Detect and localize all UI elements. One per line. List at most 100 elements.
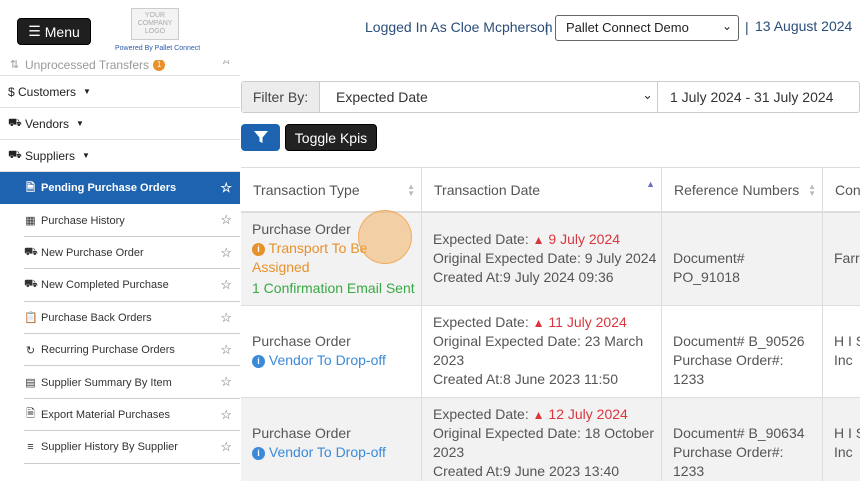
filter-field-value: Expected Date — [336, 89, 428, 105]
star-icon[interactable]: ☆ — [220, 374, 232, 390]
status-label: Transport To Be — [268, 240, 368, 256]
sidebar-item-label: Purchase History — [41, 214, 125, 227]
arrows-icon: ⇅ — [9, 60, 20, 71]
star-icon[interactable]: ☆ — [220, 60, 232, 68]
truck-icon: ⛟ — [8, 116, 22, 129]
original-expected-date: Original Expected Date: 23 March — [433, 333, 644, 349]
separator: | — [545, 19, 549, 35]
star-icon[interactable]: ☆ — [220, 212, 232, 228]
funnel-icon — [253, 131, 268, 143]
toggle-kpis-button[interactable]: Toggle Kpis — [285, 124, 377, 151]
document-number: Document# B_90634 — [673, 425, 805, 441]
sidebar-item-pending-purchase-orders[interactable]: 🗎 Pending Purchase Orders ☆ — [0, 172, 240, 205]
sidebar-item-purchase-back-orders[interactable]: 📋 Purchase Back Orders ☆ — [0, 302, 240, 335]
sidebar-item-label: Recurring Purchase Orders — [41, 344, 175, 357]
sidebar-item-customers[interactable]: $ Customers ▼ — [0, 76, 240, 108]
company-logo: YOUR COMPANY LOGO — [131, 8, 179, 40]
truck-loading-icon: ⛟ — [24, 245, 38, 258]
status-label: Vendor To Drop-off — [268, 444, 386, 460]
star-icon[interactable]: ☆ — [220, 407, 232, 423]
expected-date-label: Expected Date: — [433, 231, 529, 247]
sort-icon: ▲ ▼ — [808, 182, 816, 198]
info-icon: i — [252, 447, 265, 460]
contact-name-continued: Inc — [834, 444, 853, 460]
column-header-transaction-type[interactable]: Transaction Type ▲ ▼ — [241, 168, 422, 213]
transaction-type-cell: Purchase Order i Vendor To Drop-off — [241, 398, 422, 481]
filter-label: Filter By: — [242, 82, 320, 112]
star-icon[interactable]: ☆ — [220, 180, 232, 196]
table-row[interactable]: Purchase Order i Transport To Be Assigne… — [241, 213, 860, 306]
sidebar-item-suppliers[interactable]: ⛟ Suppliers ▼ — [0, 140, 240, 172]
sidebar-item-unprocessed-transfers[interactable]: ⇅ Unprocessed Transfers 1 ☆ — [0, 60, 240, 76]
original-expected-date-continued: 2023 — [433, 444, 465, 460]
reference-numbers-cell: Document# PO_91018 — [662, 213, 823, 305]
contact-cell: H I S Inc — [823, 398, 860, 481]
transaction-date-cell: Expected Date: ▲ 12 July 2024 Original E… — [422, 398, 662, 481]
sidebar-item-supplier-summary-by-item[interactable]: ▤ Supplier Summary By Item ☆ — [0, 366, 240, 400]
sidebar-item-recurring-purchase-orders[interactable]: ↻ Recurring Purchase Orders ☆ — [0, 334, 240, 367]
transaction-type: Purchase Order — [252, 425, 351, 441]
filter-field-select[interactable]: Expected Date ⌄ — [320, 82, 658, 112]
reference-numbers-cell: Document# B_90526 Purchase Order#: 1233 — [662, 306, 823, 397]
truck-icon: ⛟ — [24, 278, 38, 291]
original-expected-date-continued: 2023 — [433, 352, 465, 368]
column-header-label: Transaction Type — [253, 182, 360, 198]
logged-in-user: Logged In As Cloe Mcpherson — [365, 19, 553, 35]
status-text: i Vendor To Drop-off — [252, 351, 386, 370]
caret-down-icon: ▼ — [76, 119, 84, 128]
created-at: Created At:9 June 2023 13:40 — [433, 463, 620, 479]
sidebar-item-label: Supplier Summary By Item — [41, 376, 172, 389]
contact-cell: Farre — [823, 213, 860, 305]
original-expected-date: Original Expected Date: 18 October — [433, 425, 655, 441]
star-icon[interactable]: ☆ — [220, 277, 232, 293]
sidebar-item-label: Unprocessed Transfers — [25, 60, 150, 72]
sidebar-item-export-material-purchases[interactable]: 🗎 Export Material Purchases ☆ — [0, 399, 240, 432]
warning-triangle-icon: ▲ — [532, 233, 545, 247]
sidebar-item-label: Vendors — [25, 116, 70, 131]
sidebar-item-label: New Completed Purchase — [41, 279, 169, 292]
star-icon[interactable]: ☆ — [220, 310, 232, 326]
star-icon[interactable]: ☆ — [220, 245, 232, 261]
document-number-label: Document# — [673, 250, 745, 266]
sort-ascending-icon: ▲ — [646, 179, 655, 189]
sidebar-item-label: Supplier History By Supplier — [41, 441, 178, 454]
star-icon[interactable]: ☆ — [220, 342, 232, 358]
star-icon[interactable]: ☆ — [220, 439, 232, 455]
powered-by-text: Powered By Pallet Connect — [115, 45, 201, 52]
sidebar-item-new-completed-purchase[interactable]: ⛟ New Completed Purchase ☆ — [0, 269, 240, 302]
table-row[interactable]: Purchase Order i Vendor To Drop-off Expe… — [241, 398, 860, 481]
menu-button[interactable]: ☰ Menu — [17, 18, 91, 45]
sidebar: ⇅ Unprocessed Transfers 1 ☆ $ Customers … — [0, 60, 240, 481]
hamburger-icon: ☰ — [28, 23, 41, 39]
table-row[interactable]: Purchase Order i Vendor To Drop-off Expe… — [241, 306, 860, 398]
original-expected-date: Original Expected Date: 9 July 2024 — [433, 250, 657, 266]
sidebar-item-new-purchase-order[interactable]: ⛟ New Purchase Order ☆ — [0, 237, 240, 270]
date-range-input[interactable]: 1 July 2024 - 31 July 2024 — [670, 89, 833, 105]
chart-icon: ≡ — [27, 441, 34, 454]
column-header-contact[interactable]: Cont — [823, 168, 860, 213]
table-header: Transaction Type ▲ ▼ Transaction Date ▲ R… — [241, 168, 860, 213]
column-header-reference-numbers[interactable]: Reference Numbers ▲ ▼ — [662, 168, 823, 213]
column-header-transaction-date[interactable]: Transaction Date ▲ — [422, 168, 662, 213]
truck-loading-icon: ⛟ — [8, 148, 22, 161]
info-icon: i — [252, 243, 265, 256]
sort-icon: ▲ ▼ — [407, 182, 415, 198]
created-at: Created At:8 June 2023 11:50 — [433, 371, 618, 387]
sidebar-item-label: Export Material Purchases — [41, 408, 170, 421]
table-icon: ▦ — [25, 215, 36, 228]
menu-label: Menu — [44, 23, 80, 40]
contact-cell: H I S Inc — [823, 306, 860, 397]
filter-button[interactable] — [241, 124, 280, 151]
document-number: PO_91018 — [673, 269, 740, 285]
pallet-icon: ▤ — [25, 377, 36, 390]
sidebar-item-purchase-history[interactable]: ▦ Purchase History ☆ — [0, 204, 240, 238]
filter-bar: Filter By: Expected Date ⌄ 1 July 2024 -… — [241, 81, 860, 113]
expected-date-value: 12 July 2024 — [548, 406, 628, 422]
organization-select[interactable]: Pallet Connect Demo ⌄ — [555, 15, 739, 41]
transaction-date-cell: Expected Date: ▲ 9 July 2024 Original Ex… — [422, 213, 662, 305]
cursor-highlight — [358, 210, 412, 264]
status-text-continued: Assigned — [252, 259, 310, 275]
sidebar-item-supplier-history-by-supplier[interactable]: ≡ Supplier History By Supplier ☆ — [0, 431, 240, 464]
transaction-type: Purchase Order — [252, 333, 351, 349]
sidebar-item-vendors[interactable]: ⛟ Vendors ▼ — [0, 108, 240, 140]
